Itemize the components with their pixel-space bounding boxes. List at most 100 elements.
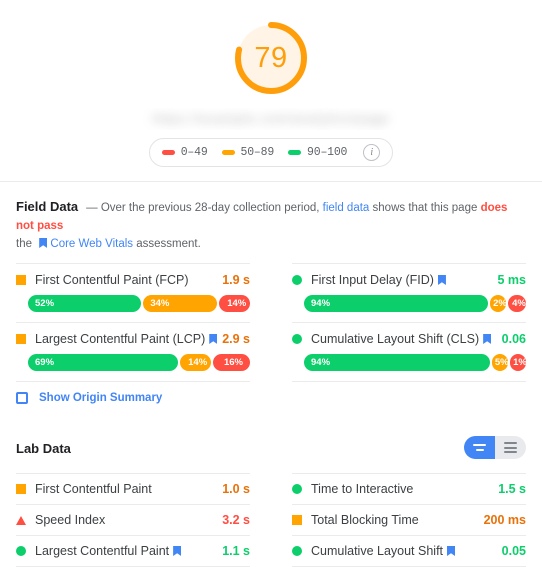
field-metric-fid[interactable]: First Input Delay (FID) 5 ms 94% 2% 4%	[292, 263, 526, 322]
field-metric-fid-header: First Input Delay (FID) 5 ms	[292, 273, 526, 287]
status-circle-pass-icon	[16, 546, 26, 556]
show-origin-summary-toggle[interactable]: Show Origin Summary	[16, 382, 526, 418]
gauge-score-value: 79	[254, 41, 288, 74]
legend-label-good: 90–100	[307, 146, 348, 159]
dist-segment-poor: 16%	[212, 354, 250, 371]
field-data-description: Field Data — Over the previous 28-day col…	[16, 198, 526, 235]
dist-segment-good: 69%	[28, 354, 179, 371]
legend-label-poor: 0–49	[180, 146, 208, 159]
field-metric-fid-value: 5 ms	[497, 273, 527, 287]
field-metric-grid: First Contentful Paint (FCP) 1.9 s 52% 3…	[16, 263, 527, 382]
performance-gauge[interactable]: 79	[227, 14, 315, 102]
dist-segment-good: 52%	[28, 295, 142, 312]
lab-metric-value: 1.1 s	[222, 544, 250, 558]
field-metric-cls-header: Cumulative Layout Shift (CLS) 0.06	[292, 332, 526, 346]
score-legend-row: 0–49 50–89 90–100 i	[0, 130, 542, 181]
field-metric-fcp-label: First Contentful Paint (FCP)	[35, 273, 189, 287]
lab-metric-total-blocking-time[interactable]: Total Blocking Time 200 ms	[292, 504, 526, 535]
field-metric-lcp-header: Largest Contentful Paint (LCP) 2.9 s	[16, 332, 250, 346]
field-metric-cls-label: Cumulative Layout Shift (CLS)	[311, 332, 502, 346]
field-data-section: Field Data — Over the previous 28-day col…	[0, 182, 542, 418]
lab-metric-speed-index[interactable]: Speed Index 3.2 s	[16, 504, 250, 535]
status-triangle-fail-icon	[16, 515, 26, 525]
field-metric-fcp-header: First Contentful Paint (FCP) 1.9 s	[16, 273, 250, 287]
detail-view-icon[interactable]	[495, 436, 526, 459]
field-metric-cls[interactable]: Cumulative Layout Shift (CLS) 0.06 94% 5…	[292, 322, 527, 382]
field-metric-lcp-label: Largest Contentful Paint (LCP)	[35, 332, 222, 346]
field-metric-fcp-value: 1.9 s	[222, 273, 250, 287]
status-square-average-icon	[16, 275, 26, 285]
field-data-description-line2: the Core Web Vitals assessment.	[16, 235, 526, 253]
dist-segment-average: 5%	[491, 354, 508, 371]
dist-segment-good: 94%	[304, 354, 490, 371]
lab-data-section: Lab Data First Contentful Paint 1.0 s Ti…	[0, 418, 542, 567]
field-metric-lcp-distribution: 69% 14% 16%	[16, 354, 250, 371]
status-square-average-icon	[16, 334, 26, 344]
gauge-container: 79	[0, 12, 542, 104]
score-gauge-section: 79 https://example.com/analytics/page 0–…	[0, 0, 542, 182]
lab-metric-first-contentful-paint[interactable]: First Contentful Paint 1.0 s	[16, 473, 250, 504]
field-metric-fid-label: First Input Delay (FID)	[311, 273, 498, 287]
field-data-link[interactable]: field data	[323, 202, 370, 214]
field-metric-cls-distribution: 94% 5% 1%	[292, 354, 527, 371]
lab-metric-label: Time to Interactive	[311, 482, 414, 496]
field-metric-fcp[interactable]: First Contentful Paint (FCP) 1.9 s 52% 3…	[16, 263, 250, 322]
lab-data-title: Lab Data	[16, 440, 71, 456]
core-web-vitals-link[interactable]: Core Web Vitals	[50, 238, 133, 250]
lab-metric-label: Largest Contentful Paint	[35, 544, 222, 558]
page-title-text: https://example.com/analytics/page	[152, 111, 390, 126]
legend-label-average: 50–89	[240, 146, 275, 159]
field-metric-cls-text: Cumulative Layout Shift (CLS)	[311, 332, 480, 346]
lab-metric-value: 200 ms	[483, 513, 526, 527]
lab-metric-cumulative-layout-shift[interactable]: Cumulative Layout Shift 0.05	[292, 535, 526, 567]
legend-item-poor: 0–49	[161, 146, 208, 159]
field-desc-part3: the	[16, 238, 36, 250]
field-metric-lcp[interactable]: Largest Contentful Paint (LCP) 2.9 s 69%…	[16, 322, 250, 382]
legend-dash-average	[221, 150, 235, 155]
lab-metric-value: 1.0 s	[222, 482, 250, 496]
field-metric-lcp-value: 2.9 s	[222, 332, 250, 346]
dist-segment-average: 34%	[143, 295, 218, 312]
page-title-redacted: https://example.com/analytics/page	[131, 108, 411, 130]
field-metric-fid-text: First Input Delay (FID)	[311, 273, 434, 287]
status-circle-pass-icon	[292, 275, 302, 285]
core-web-vitals-flag-icon	[447, 546, 456, 556]
field-desc-part2: shows that this page	[369, 202, 481, 214]
dist-segment-average: 2%	[489, 295, 506, 312]
score-legend: 0–49 50–89 90–100 i	[148, 138, 394, 167]
legend-item-good: 90–100	[288, 146, 347, 159]
dist-segment-poor: 4%	[507, 295, 526, 312]
lab-metric-value: 0.05	[501, 544, 526, 558]
core-web-vitals-flag-icon	[39, 238, 48, 248]
field-metric-lcp-text: Largest Contentful Paint (LCP)	[35, 332, 206, 346]
field-desc-part1: — Over the previous 28-day collection pe…	[86, 202, 323, 214]
lab-view-toggle[interactable]	[464, 436, 526, 459]
field-metric-fid-distribution: 94% 2% 4%	[292, 295, 526, 312]
status-square-average-icon	[16, 484, 26, 494]
lab-metric-label: First Contentful Paint	[35, 482, 152, 496]
lab-metric-largest-contentful-paint[interactable]: Largest Contentful Paint 1.1 s	[16, 535, 250, 567]
dist-segment-average: 14%	[180, 354, 211, 371]
dist-segment-good: 94%	[304, 295, 488, 312]
lab-metric-text: Largest Contentful Paint	[35, 544, 170, 558]
dist-segment-poor: 14%	[219, 295, 250, 312]
core-web-vitals-flag-icon	[437, 275, 446, 285]
legend-item-average: 50–89	[221, 146, 275, 159]
lab-metric-value: 3.2 s	[222, 513, 250, 527]
field-metric-fcp-distribution: 52% 34% 14%	[16, 295, 250, 312]
field-data-header: Field Data — Over the previous 28-day col…	[16, 198, 526, 253]
info-icon[interactable]: i	[363, 144, 381, 161]
lab-metric-value: 1.5 s	[498, 482, 526, 496]
lab-metric-label: Total Blocking Time	[311, 513, 419, 527]
origin-summary-checkbox[interactable]	[16, 392, 28, 404]
lab-metric-time-to-interactive[interactable]: Time to Interactive 1.5 s	[292, 473, 526, 504]
field-desc-part4: assessment.	[133, 238, 201, 250]
status-square-average-icon	[292, 515, 302, 525]
lab-metric-grid: First Contentful Paint 1.0 s Time to Int…	[16, 473, 526, 567]
lab-metric-text: Cumulative Layout Shift	[311, 544, 444, 558]
status-circle-pass-icon	[292, 484, 302, 494]
lab-metric-label: Speed Index	[35, 513, 106, 527]
core-web-vitals-flag-icon	[173, 546, 182, 556]
field-metric-cls-value: 0.06	[501, 332, 526, 346]
list-view-icon[interactable]	[464, 436, 495, 459]
